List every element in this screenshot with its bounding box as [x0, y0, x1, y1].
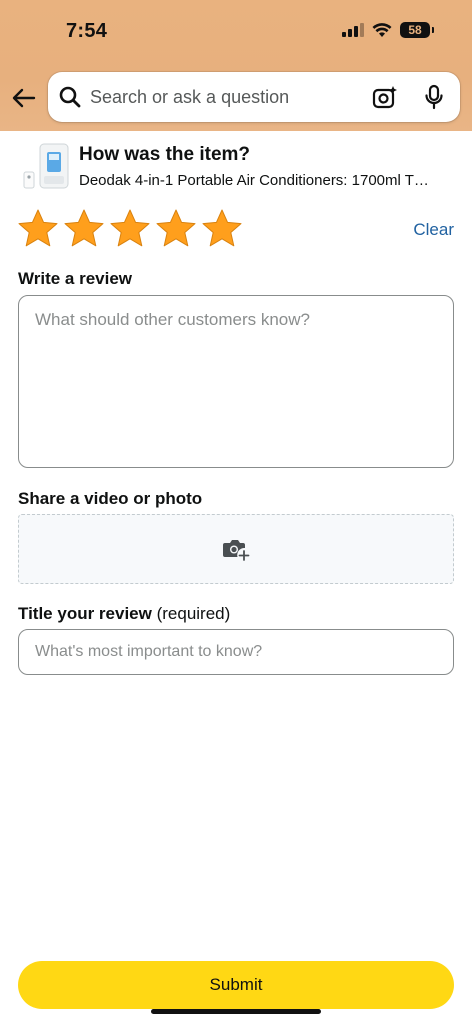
camera-add-icon	[223, 540, 250, 561]
cellular-signal-icon	[342, 23, 364, 37]
star-icon-5[interactable]	[201, 208, 243, 250]
search-icon	[59, 86, 81, 108]
status-icons: 58	[342, 22, 434, 38]
media-upload-area[interactable]	[18, 514, 454, 584]
camera-icon[interactable]	[372, 85, 398, 109]
status-time: 7:54	[66, 20, 108, 42]
title-review-label-text: Title your review	[18, 604, 152, 623]
search-input[interactable]: Search or ask a question	[90, 87, 289, 108]
write-review-label: Write a review	[18, 269, 133, 288]
clear-rating-link[interactable]: Clear	[413, 220, 454, 240]
star-icon-2[interactable]	[63, 208, 105, 250]
review-title-input[interactable]	[18, 629, 454, 675]
review-textarea[interactable]	[18, 295, 454, 468]
battery-icon: 58	[400, 22, 434, 38]
product-thumbnail	[23, 143, 69, 189]
product-heading: How was the item?	[79, 144, 251, 165]
submit-button[interactable]: Submit	[18, 961, 454, 1009]
microphone-icon[interactable]	[424, 84, 444, 110]
title-review-label: Title your review (required)	[18, 604, 230, 624]
battery-level: 58	[408, 23, 422, 37]
star-icon-3[interactable]	[109, 208, 151, 250]
home-indicator	[151, 1009, 321, 1014]
share-media-label: Share a video or photo	[18, 489, 203, 508]
review-page: 7:54 58 Search or ask a question How was…	[0, 0, 472, 1024]
search-bar[interactable]: Search or ask a question	[48, 72, 460, 122]
product-name: Deodak 4-in-1 Portable Air Conditioners:…	[79, 172, 429, 189]
star-rating[interactable]	[17, 208, 243, 250]
back-arrow-icon[interactable]	[10, 84, 38, 112]
star-icon-4[interactable]	[155, 208, 197, 250]
app-header: 7:54 58 Search or ask a question	[0, 0, 472, 131]
wifi-icon	[372, 23, 392, 37]
star-icon-1[interactable]	[17, 208, 59, 250]
required-note: (required)	[156, 604, 231, 623]
